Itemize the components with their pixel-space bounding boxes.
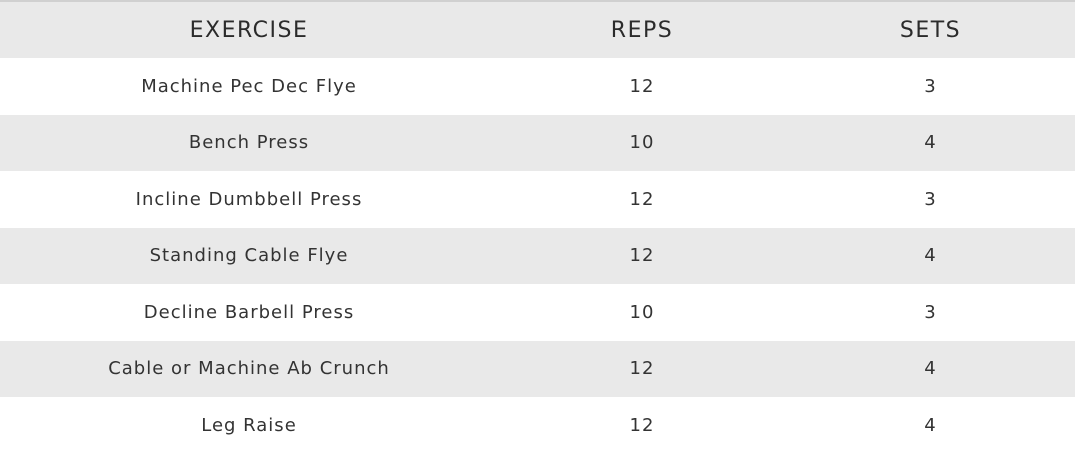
reps-cell: 12 — [629, 75, 655, 97]
exercise-cell: Bench Press — [188, 132, 310, 154]
table-row: Machine Pec Dec Flye 12 3 — [0, 58, 1075, 115]
reps-cell: 12 — [629, 414, 655, 436]
sets-cell: 3 — [924, 301, 937, 323]
table-row: Leg Raise 12 4 — [0, 397, 1075, 454]
reps-cell: 10 — [629, 132, 655, 154]
reps-cell: 10 — [629, 301, 655, 323]
header-exercise: EXERCISE — [189, 17, 309, 43]
reps-cell: 12 — [629, 188, 655, 210]
exercise-cell: Leg Raise — [201, 414, 297, 436]
exercise-cell: Machine Pec Dec Flye — [141, 75, 357, 97]
table-row: Bench Press 10 4 — [0, 114, 1075, 171]
table-row: Cable or Machine Ab Crunch 12 4 — [0, 340, 1075, 397]
exercise-cell: Cable or Machine Ab Crunch — [108, 358, 390, 380]
reps-cell: 12 — [629, 245, 655, 267]
sets-cell: 4 — [924, 245, 937, 267]
header-sets: SETS — [899, 17, 962, 43]
exercise-cell: Incline Dumbbell Press — [135, 188, 363, 210]
table-row: Standing Cable Flye 12 4 — [0, 227, 1075, 284]
table-header-row: EXERCISE REPS SETS — [0, 2, 1075, 58]
sets-cell: 3 — [924, 188, 937, 210]
exercise-cell: Standing Cable Flye — [149, 245, 349, 267]
reps-cell: 12 — [629, 358, 655, 380]
workout-table: EXERCISE REPS SETS Machine Pec Dec Flye … — [0, 0, 1075, 454]
sets-cell: 4 — [924, 358, 937, 380]
table-row: Incline Dumbbell Press 12 3 — [0, 171, 1075, 228]
table-row: Decline Barbell Press 10 3 — [0, 284, 1075, 341]
sets-cell: 4 — [924, 414, 937, 436]
sets-cell: 4 — [924, 132, 937, 154]
sets-cell: 3 — [924, 75, 937, 97]
exercise-cell: Decline Barbell Press — [143, 301, 355, 323]
header-reps: REPS — [610, 17, 674, 43]
